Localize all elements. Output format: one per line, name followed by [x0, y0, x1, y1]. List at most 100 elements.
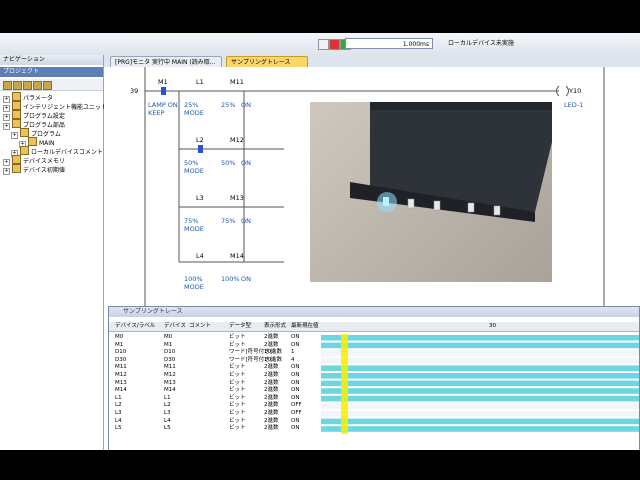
trace-cell-value: ON [291, 379, 300, 386]
contact-m1-on [161, 87, 166, 95]
trace-cell-device: M14 [164, 387, 176, 394]
trace-cell-type: ビット [229, 425, 246, 432]
expand-icon[interactable]: + [3, 123, 10, 130]
navigation-header: ナビゲーション [0, 55, 103, 65]
new-folder-icon[interactable] [3, 81, 12, 90]
signal-trace [321, 388, 639, 394]
trace-cell-device: D30 [164, 356, 176, 363]
sampling-trace-window: サンプリングトレース デバイス/ラベル デバイス コメント データ型 表示形式 … [108, 306, 640, 452]
contact-comment: 25% [184, 101, 199, 109]
trace-cell-label: M14 [115, 387, 127, 394]
folder-icon [12, 119, 21, 128]
tree-item[interactable]: + プログラム設定 [3, 110, 65, 121]
trace-cell-fmt: 2進数 [264, 410, 279, 416]
led-off [433, 200, 441, 211]
stop-icon[interactable] [318, 39, 329, 50]
trace-cell-device: L5 [164, 425, 171, 432]
signal-trace [321, 335, 639, 341]
trace-cell-value: ON [291, 394, 300, 401]
trace-cell-value: ON [291, 425, 300, 432]
coil-device[interactable]: Y10 [569, 87, 581, 95]
project-tree: + パラメータ + インテリジェント機能ユニット + プログラム設定 + プログラム部品 + プロ… [0, 92, 107, 292]
contact-device[interactable]: L3 [196, 194, 204, 202]
trace-cursor [341, 334, 348, 434]
trace-cell-fmt: 2進数 [264, 425, 279, 432]
trace-cell-fmt: 10進数 [264, 349, 282, 356]
tree-item[interactable]: + デバイス初期値 [3, 164, 65, 175]
tree-item[interactable]: + デバイスメモリ [3, 155, 65, 166]
signal-trace [321, 373, 639, 379]
signal-trace [321, 395, 639, 402]
contact-comment: MODE [184, 167, 204, 175]
tree-item[interactable]: + インテリジェント機能ユニット [3, 101, 107, 112]
refresh-icon[interactable] [43, 81, 52, 90]
tab-program-monitor[interactable]: [PRG]モニタ 実行中 MAIN (読み取... [110, 56, 222, 67]
sampling-interval-field[interactable]: 1.000ms [345, 38, 433, 49]
trace-cell-device: M0 [164, 334, 173, 340]
contact-comment: ON [241, 217, 251, 225]
trace-cell-value: ON [291, 341, 300, 348]
trace-cell-value: ON [291, 364, 300, 371]
signal-trace [321, 342, 639, 349]
list-icon[interactable] [33, 81, 42, 90]
col-label: デバイス/ラベル [115, 323, 156, 329]
col-comment: コメント [189, 323, 212, 329]
contact-device[interactable]: M13 [230, 194, 244, 202]
properties-icon[interactable] [23, 81, 32, 90]
tree-item[interactable]: + プログラム [11, 128, 61, 139]
tab-sampling-trace[interactable]: サンプリングトレース [226, 56, 308, 67]
tree-item[interactable]: + MAIN [19, 137, 55, 148]
led-off [407, 198, 415, 209]
record-icon[interactable] [329, 39, 340, 50]
folder-icon [12, 110, 21, 119]
trace-cell-label: M1 [115, 341, 124, 348]
contact-comment: 75% [221, 217, 236, 225]
contact-device[interactable]: M1 [158, 78, 168, 86]
expand-icon[interactable]: + [3, 168, 10, 175]
trace-cell-device: D10 [164, 349, 176, 356]
contact-device[interactable]: L4 [196, 252, 204, 260]
folder-icon [20, 146, 29, 155]
navigation-pane: ナビゲーション プロジェクト + パラメータ + インテリジェント機能ユニット + プログ… [0, 55, 107, 450]
folder-icon [12, 92, 21, 101]
trace-cell-fmt: 2進数 [264, 402, 279, 409]
tree-item[interactable]: + プログラム部品 [3, 119, 65, 130]
trace-cell-device: M11 [164, 364, 176, 371]
waveform-area [321, 334, 639, 434]
contact-device[interactable]: M14 [230, 252, 244, 260]
contact-device[interactable]: L2 [196, 136, 204, 144]
tree-item[interactable]: + ローカルデバイスコメント [11, 146, 103, 157]
trace-cell-device: M13 [164, 379, 176, 386]
trace-cell-fmt: 2進数 [264, 334, 279, 340]
contact-comment: 25% [221, 101, 236, 109]
contact-comment: 100% [184, 275, 203, 283]
led-off [467, 202, 475, 213]
contact-comment: 100% [221, 275, 240, 283]
tree-item[interactable]: + パラメータ [3, 92, 53, 103]
contact-device[interactable]: L1 [196, 78, 204, 86]
col-value: 最新現在値 [291, 323, 319, 329]
folder-icon [12, 155, 21, 164]
contact-device[interactable]: M12 [230, 136, 244, 144]
trace-cell-device: M1 [164, 341, 173, 348]
signal-trace [321, 365, 639, 371]
trace-cell-label: L3 [115, 410, 122, 416]
signal-trace [321, 350, 639, 356]
contact-l2-on [198, 145, 203, 153]
trace-cell-device: L3 [164, 410, 171, 416]
trace-cell-value: ON [291, 372, 300, 378]
tab-label: サンプリングトレース [231, 59, 291, 66]
trace-cell-value: ON [291, 387, 300, 394]
trace-cell-value: OFF [291, 402, 302, 409]
trace-cell-value: ON [291, 334, 300, 340]
open-icon[interactable] [13, 81, 22, 90]
expand-icon[interactable]: + [11, 132, 18, 139]
hardware-photo [310, 102, 552, 282]
contact-comment: ON [241, 159, 251, 167]
trace-title: サンプリングトレース [109, 307, 639, 317]
col-device: デバイス [164, 323, 186, 329]
trace-cell-type: ビット [229, 387, 246, 394]
contact-device[interactable]: M11 [230, 78, 244, 86]
trace-cell-value: 1 [291, 349, 295, 356]
signal-trace [321, 418, 639, 425]
